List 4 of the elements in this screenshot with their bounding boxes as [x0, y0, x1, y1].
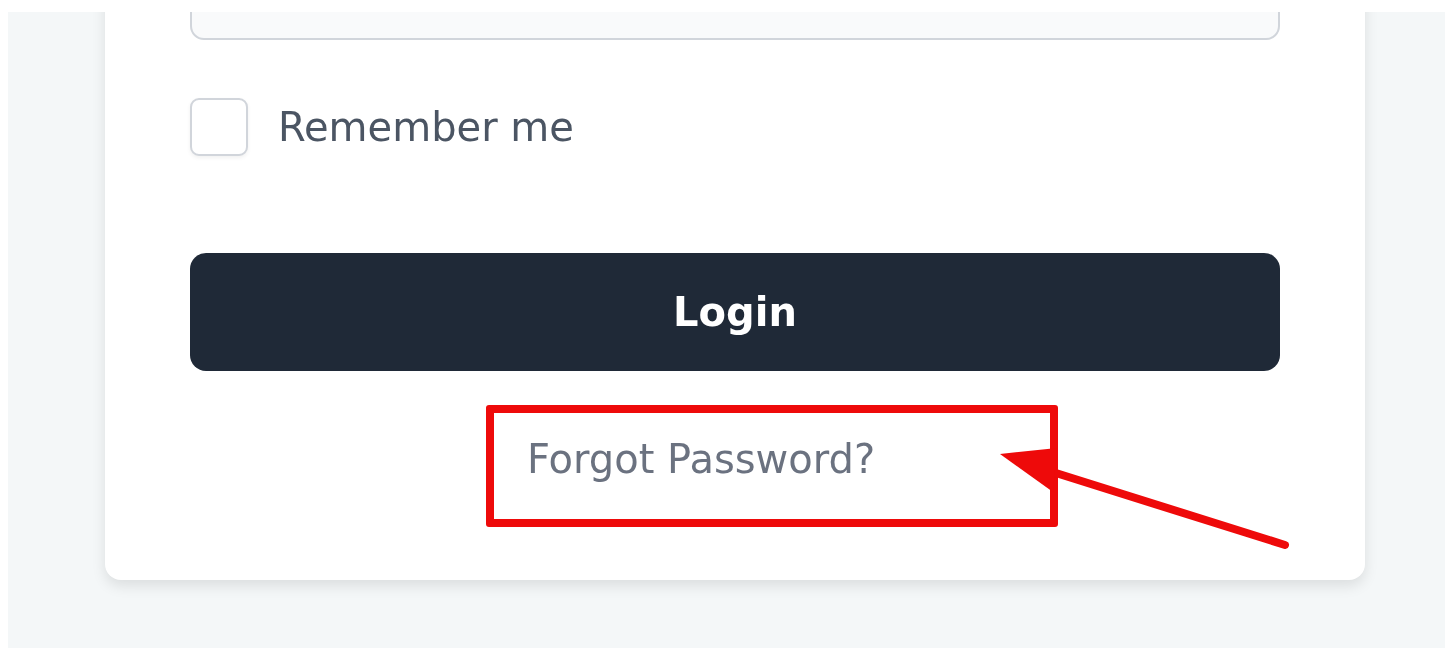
forgot-password-link[interactable]: Forgot Password?	[527, 433, 876, 486]
checkbox[interactable]	[190, 98, 248, 156]
login-button[interactable]: Login	[190, 253, 1280, 371]
checkbox-label: Remember me	[278, 104, 574, 150]
